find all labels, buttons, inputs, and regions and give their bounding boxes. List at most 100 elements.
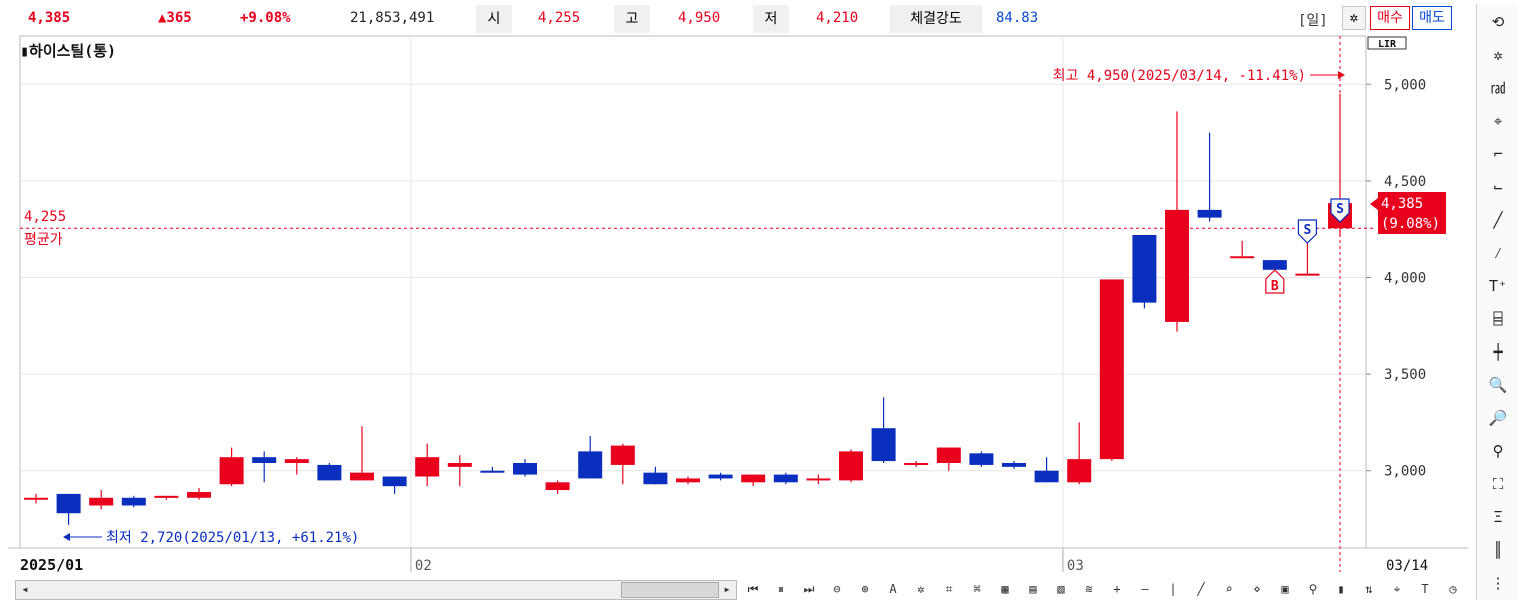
- low-annotation: 최저 2,720(2025/01/13, +61.21%): [106, 530, 359, 546]
- quote-header: 4,385 ▲365 +9.08% 21,853,491 시 4,255 고 4…: [8, 4, 1468, 34]
- y-tick-label: 3,500: [1384, 367, 1426, 383]
- bottom-tool-icon[interactable]: ⊕: [853, 580, 877, 598]
- candle-body: [24, 497, 48, 500]
- bottom-tool-icon[interactable]: ⌕: [1217, 580, 1241, 598]
- candle[interactable]: [839, 449, 863, 483]
- bottom-tool-icon[interactable]: ◷: [1441, 580, 1465, 598]
- bottom-tool-icon[interactable]: ≋: [1077, 580, 1101, 598]
- avg-price-label: 평균가: [24, 232, 63, 248]
- analysis-icon[interactable]: ⚲: [1483, 437, 1513, 465]
- svg-text:B: B: [1271, 279, 1279, 294]
- candle-body: [284, 459, 309, 463]
- svg-text:LIR: LIR: [1378, 39, 1397, 50]
- right-toolbar: ⟲ ✲ ㎭ ⌖ ⌐ ⌙ ╱ ⁄ T⁺ ⌸ ┿ 🔍 🔎 ⚲ ⛶ Ξ ║ ⋮: [1476, 4, 1519, 600]
- y-tick-label: 5,000: [1384, 77, 1426, 93]
- candle-body: [121, 497, 146, 506]
- bottom-tool-icon[interactable]: ⌗: [937, 580, 961, 598]
- bottom-tool-icon[interactable]: T: [1413, 580, 1437, 598]
- auto-icon[interactable]: ⁄: [1483, 239, 1513, 267]
- candle-body: [447, 462, 472, 467]
- candle-body: [1197, 209, 1222, 218]
- chart-area[interactable]: 3,000 3,500 4,000 4,500 5,000 02 03 S S B ▮하이스틸(…: [8, 34, 1468, 579]
- bottom-tool-icon[interactable]: ⌖: [1385, 580, 1409, 598]
- volume: 21,853,491: [350, 10, 435, 26]
- bottom-tool-icon[interactable]: ╱: [1189, 580, 1213, 598]
- candle-body: [904, 462, 929, 465]
- candle-body: [350, 472, 374, 481]
- bottom-tool-icon[interactable]: ⏭: [797, 580, 821, 598]
- text-icon[interactable]: T⁺: [1483, 272, 1513, 300]
- fibo-icon[interactable]: Ξ: [1483, 503, 1513, 531]
- pattern-icon[interactable]: ⌸: [1483, 305, 1513, 333]
- y-tick-label: 3,000: [1384, 464, 1426, 480]
- candle-body: [871, 428, 896, 462]
- lir-badge[interactable]: LIR: [1367, 36, 1407, 50]
- indicator-icon[interactable]: ㎭: [1483, 74, 1513, 102]
- strength-value: 84.83: [996, 10, 1039, 26]
- bars-icon[interactable]: ║: [1483, 536, 1513, 564]
- scroll-left-icon[interactable]: ◂: [17, 580, 33, 598]
- candle-body: [1230, 256, 1255, 259]
- candle-body: [773, 474, 798, 483]
- bottom-tool-icon[interactable]: +: [1105, 580, 1129, 598]
- x-tick-label: 02: [415, 558, 432, 574]
- chart-scrollbar[interactable]: ◂ ▸ ⏮ ⏸ ⏭ ⊖ ⊕ A ✲ ⌗ ⌘ ▦ ▤ ▧ ≋ + — | ╱ ⌕ ⋄ ▣ ⚲ ▮ ⇅ ⌖ T ◷: [15, 580, 1465, 600]
- candle[interactable]: [317, 462, 342, 481]
- more-icon[interactable]: ⋮: [1483, 569, 1513, 597]
- low-price: 4,210: [816, 10, 859, 26]
- candle[interactable]: [1132, 235, 1157, 309]
- candle-body: [89, 497, 114, 506]
- candle[interactable]: [969, 451, 994, 467]
- bottom-tool-icon[interactable]: ▣: [1273, 580, 1297, 598]
- bottom-tool-icon[interactable]: —: [1133, 580, 1157, 598]
- bottom-tool-icon[interactable]: ⌘: [965, 580, 989, 598]
- zoom-in-icon[interactable]: 🔍: [1483, 371, 1513, 399]
- candle-icon[interactable]: ┿: [1483, 338, 1513, 366]
- high-label: 고: [614, 5, 650, 33]
- candle-body: [480, 470, 505, 473]
- candle-body: [1034, 470, 1059, 483]
- candle-body: [1002, 462, 1026, 467]
- buy-button[interactable]: 매수: [1370, 6, 1410, 30]
- figure-icon[interactable]: ⛶: [1483, 470, 1513, 498]
- bottom-tool-icon[interactable]: ⋄: [1245, 580, 1269, 598]
- scroll-thumb[interactable]: [621, 582, 719, 598]
- candle-body: [154, 495, 179, 498]
- candle-body: [741, 474, 766, 483]
- bottom-tool-icon[interactable]: ⊖: [825, 580, 849, 598]
- low-label: 저: [753, 5, 789, 33]
- bottom-tool-icon[interactable]: ▦: [993, 580, 1017, 598]
- gear-icon[interactable]: ✲: [1483, 41, 1513, 69]
- trendline-icon[interactable]: ╱: [1483, 206, 1513, 234]
- candlestick-chart[interactable]: 3,000 3,500 4,000 4,500 5,000 02 03 S S B ▮하이스틸(…: [8, 34, 1468, 579]
- bottom-tool-icon[interactable]: |: [1161, 580, 1185, 598]
- bottom-tool-icon[interactable]: ⇅: [1357, 580, 1381, 598]
- vline-icon[interactable]: ⌙: [1483, 173, 1513, 201]
- zoom-out-icon[interactable]: 🔎: [1483, 404, 1513, 432]
- bottom-tool-icon[interactable]: ⏸: [769, 580, 793, 598]
- crosshair-icon[interactable]: ⌖: [1483, 107, 1513, 135]
- candle-body: [643, 472, 668, 485]
- bottom-tool-icon[interactable]: ▧: [1049, 580, 1073, 598]
- bottom-tool-icon[interactable]: ▤: [1021, 580, 1045, 598]
- svg-text:4,385: 4,385: [1381, 196, 1423, 212]
- bottom-tool-icon[interactable]: A: [881, 580, 905, 598]
- svg-text:(9.08%): (9.08%): [1381, 216, 1440, 232]
- high-annotation: 최고 4,950(2025/03/14, -11.41%): [1053, 68, 1306, 84]
- bottom-tool-icon[interactable]: ✲: [909, 580, 933, 598]
- period-selector[interactable]: [일]: [1298, 10, 1328, 30]
- candle-body: [969, 453, 994, 465]
- refresh-icon[interactable]: ⟲: [1483, 8, 1513, 36]
- bottom-tool-icon[interactable]: ▮: [1329, 580, 1353, 598]
- svg-text:S: S: [1303, 223, 1311, 238]
- bottom-tool-icon[interactable]: ⚲: [1301, 580, 1325, 598]
- scroll-right-icon[interactable]: ▸: [719, 580, 735, 598]
- chart-title: ▮하이스틸(통): [20, 42, 116, 60]
- high-price: 4,950: [678, 10, 721, 26]
- hline-icon[interactable]: ⌐: [1483, 140, 1513, 168]
- candle[interactable]: [1099, 279, 1124, 462]
- bottom-tool-icon[interactable]: ⏮: [741, 580, 765, 598]
- sell-button[interactable]: 매도: [1412, 6, 1452, 30]
- settings-gear-icon[interactable]: ✲: [1342, 6, 1366, 30]
- open-price: 4,255: [538, 10, 581, 26]
